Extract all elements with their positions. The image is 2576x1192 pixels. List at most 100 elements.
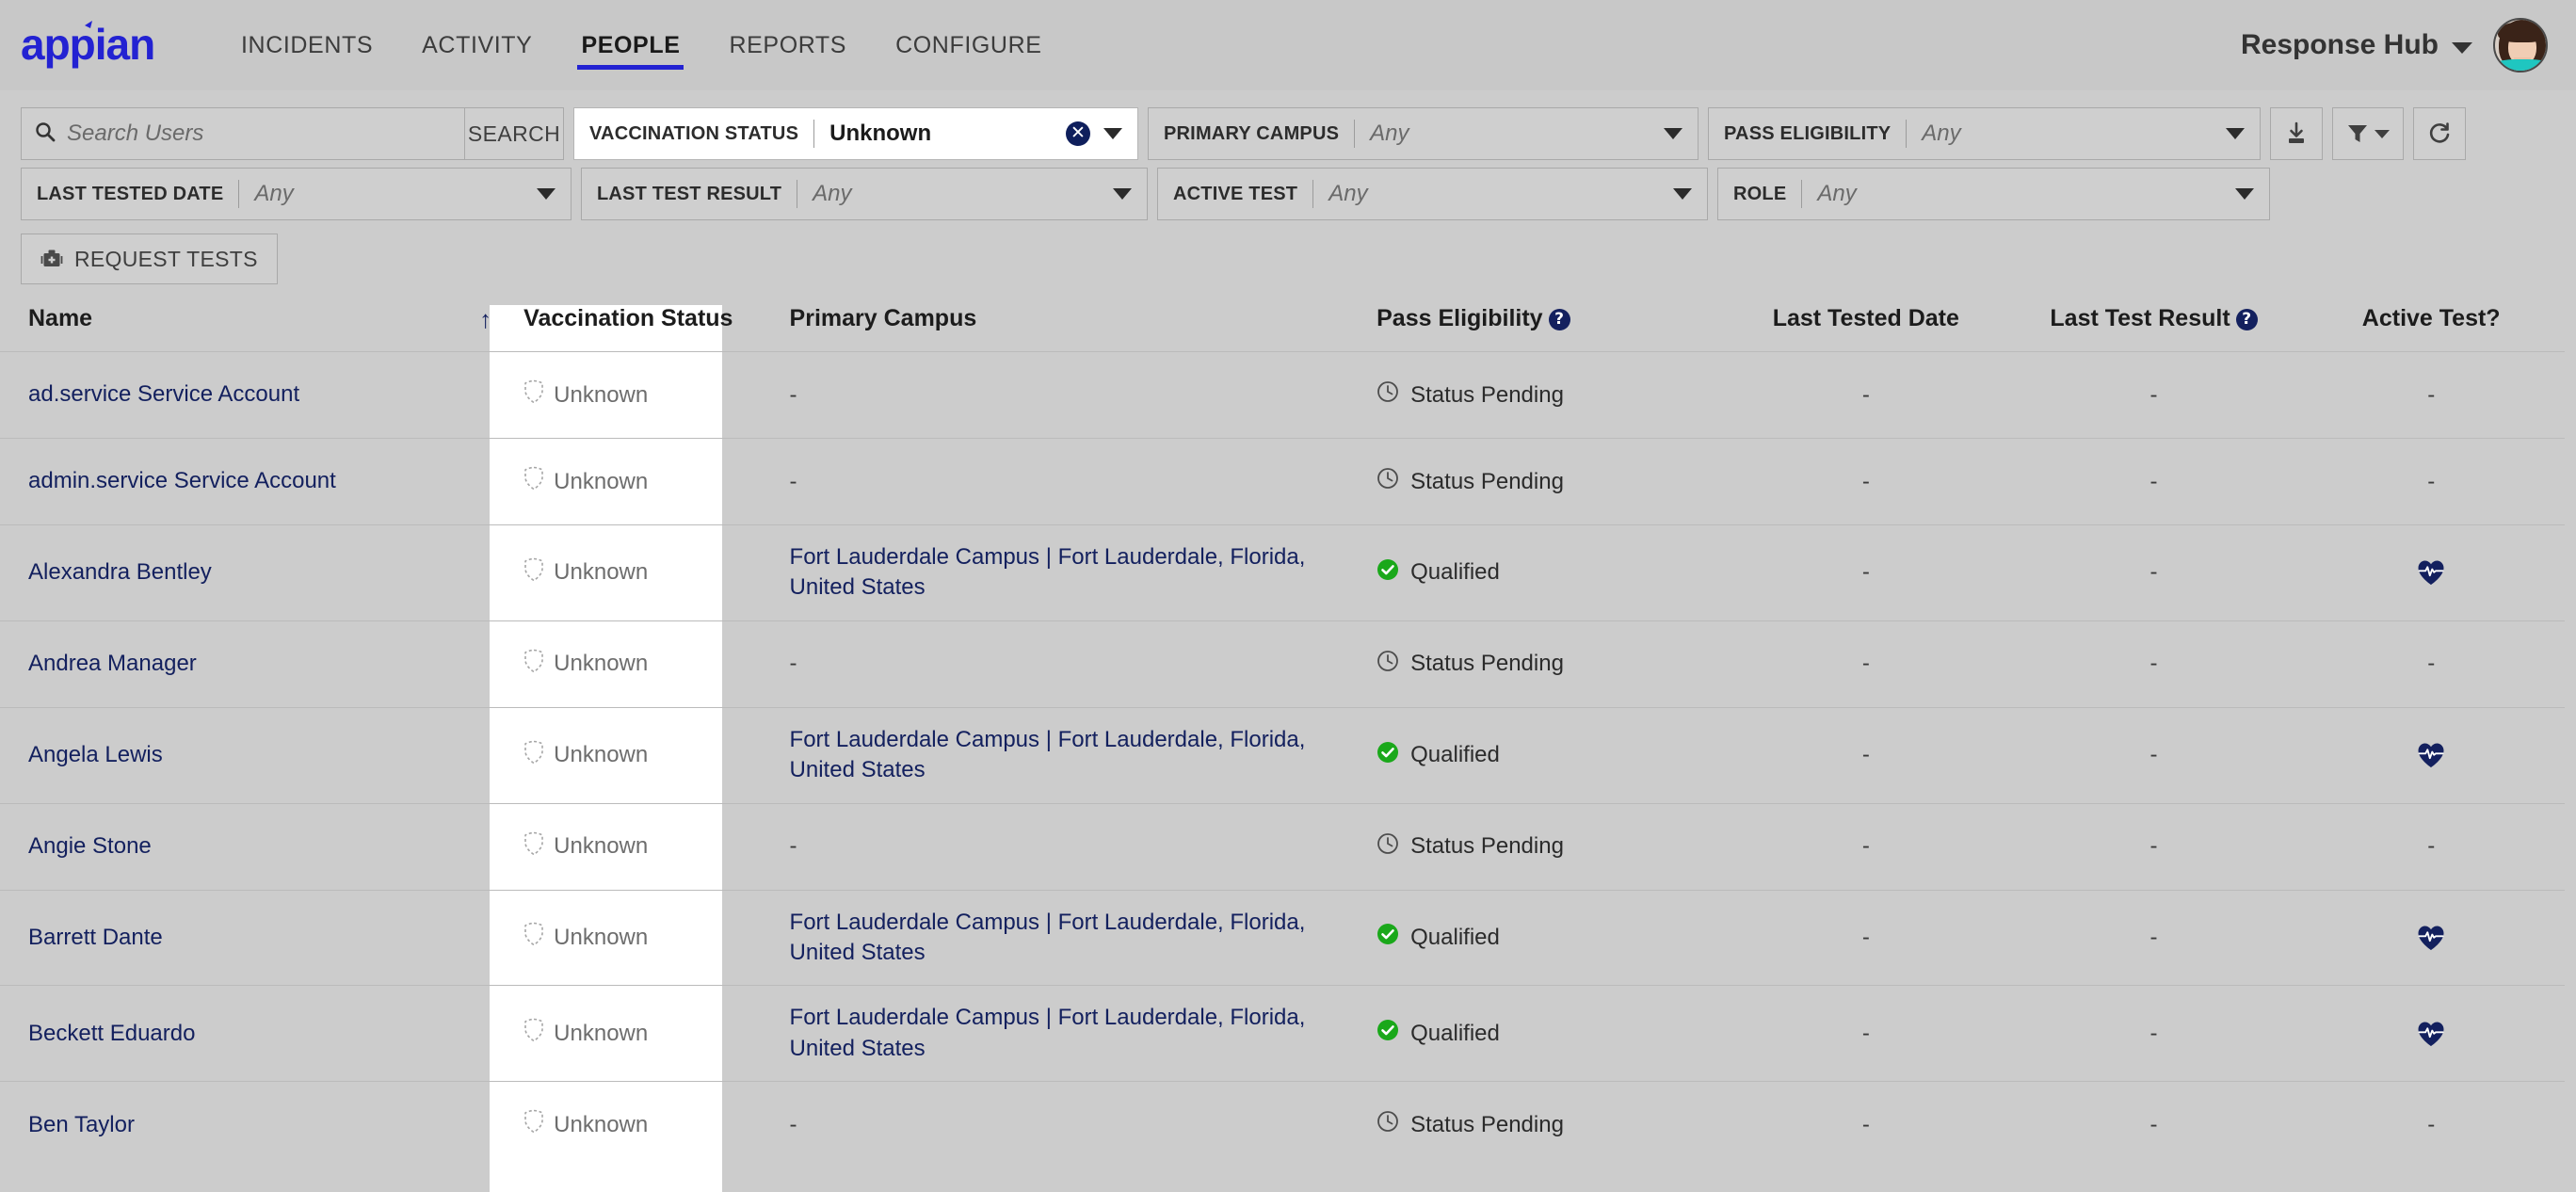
last-test-result-value: - xyxy=(2149,1111,2158,1137)
cell-last-tested-date: - xyxy=(1721,802,2010,891)
heart-pulse-icon[interactable] xyxy=(2297,559,2565,586)
column-header-vaccination-status-label: Vaccination Status xyxy=(523,305,733,331)
filter-row-2: LAST TESTED DATE Any LAST TEST RESULT An… xyxy=(0,168,2576,220)
cell-pass-eligibility: Qualified xyxy=(1377,706,1722,804)
filter-menu-button[interactable] xyxy=(2332,107,2404,160)
avatar[interactable] xyxy=(2493,18,2548,72)
filter-pass-eligibility-label: PASS ELIGIBILITY xyxy=(1724,122,1892,144)
person-name-link[interactable]: Alexandra Bentley xyxy=(28,559,212,585)
heart-pulse-icon[interactable] xyxy=(2297,925,2565,951)
chevron-down-icon[interactable] xyxy=(1113,188,1132,200)
cell-name: Ben Taylor xyxy=(0,1081,517,1168)
refresh-button[interactable] xyxy=(2413,107,2466,160)
heart-pulse-icon[interactable] xyxy=(2297,1021,2565,1047)
cell-active-test: - xyxy=(2297,1081,2565,1168)
person-name-link[interactable]: Angie Stone xyxy=(28,833,152,859)
nav-item-reports[interactable]: REPORTS xyxy=(704,0,871,90)
clock-icon xyxy=(1377,832,1399,854)
nav-item-configure[interactable]: CONFIGURE xyxy=(871,0,1066,90)
filter-last-test-result[interactable]: LAST TEST RESULT Any xyxy=(581,168,1148,220)
person-name-link[interactable]: Andrea Manager xyxy=(28,651,197,676)
column-header-pass-eligibility[interactable]: Pass Eligibility? xyxy=(1377,305,1722,352)
person-name-link[interactable]: Beckett Eduardo xyxy=(28,1021,195,1046)
active-test-value: - xyxy=(2427,651,2436,677)
last-tested-date-value: - xyxy=(1861,742,1870,768)
chevron-down-icon[interactable] xyxy=(537,188,555,200)
request-tests-button[interactable]: REQUEST TESTS xyxy=(21,234,278,284)
person-name-link[interactable]: admin.service Service Account xyxy=(28,468,336,493)
person-name-link[interactable]: Ben Taylor xyxy=(28,1112,135,1137)
search-button[interactable]: SEARCH xyxy=(465,107,564,160)
top-navigation-bar: appian INCIDENTS ACTIVITY PEOPLE REPORTS… xyxy=(0,0,2576,90)
cell-last-test-result: - xyxy=(2009,706,2298,804)
cell-active-test: - xyxy=(2297,351,2565,439)
filter-last-test-result-label: LAST TEST RESULT xyxy=(597,183,782,204)
cell-last-test-result: - xyxy=(2009,1081,2298,1168)
person-name-link[interactable]: ad.service Service Account xyxy=(28,381,299,407)
help-icon[interactable]: ? xyxy=(2235,309,2258,330)
campus-link[interactable]: Fort Lauderdale Campus | Fort Lauderdale… xyxy=(790,727,1306,782)
chevron-down-icon[interactable] xyxy=(2226,128,2245,139)
check-circle-icon xyxy=(1377,923,1399,952)
cell-pass-eligibility: Qualified xyxy=(1377,985,1722,1082)
column-header-primary-campus[interactable]: Primary Campus xyxy=(762,305,1377,352)
search-box[interactable] xyxy=(21,107,465,160)
clock-icon xyxy=(1377,650,1399,679)
column-header-vaccination-status[interactable]: Vaccination Status xyxy=(516,305,761,352)
chevron-down-icon[interactable] xyxy=(1673,188,1692,200)
cell-name: ad.service Service Account xyxy=(0,351,517,439)
cell-active-test xyxy=(2297,706,2565,804)
person-name-link[interactable]: Barrett Dante xyxy=(28,925,163,950)
nav-right-group: Response Hub xyxy=(2241,18,2548,72)
filter-role[interactable]: ROLE Any xyxy=(1717,168,2270,220)
search-icon xyxy=(35,121,56,147)
cell-last-tested-date: - xyxy=(1721,985,2010,1082)
column-header-pass-eligibility-label: Pass Eligibility xyxy=(1377,305,1543,331)
last-tested-date-value: - xyxy=(1861,468,1870,494)
filter-vaccination-status[interactable]: VACCINATION STATUS Unknown ✕ xyxy=(573,107,1138,160)
shield-outline-icon xyxy=(524,557,543,582)
chevron-down-icon xyxy=(2375,129,2390,138)
site-switcher-button[interactable]: Response Hub xyxy=(2241,29,2472,61)
empty-value: - xyxy=(789,381,797,408)
table-row: Angie Stone Unknown - Status Pending - - - xyxy=(0,802,2565,891)
column-header-name[interactable]: Name ↑ xyxy=(0,305,516,352)
cell-last-test-result: - xyxy=(2009,351,2298,439)
search-input[interactable] xyxy=(67,121,451,147)
shield-outline-icon xyxy=(523,557,544,588)
chevron-down-icon[interactable] xyxy=(2235,188,2254,200)
nav-item-people[interactable]: PEOPLE xyxy=(556,0,704,90)
table-row: Angela Lewis Unknown Fort Lauderdale Campu… xyxy=(0,706,2565,804)
shield-outline-icon xyxy=(524,649,543,673)
heart-pulse-icon[interactable] xyxy=(2297,742,2565,768)
chevron-down-icon[interactable] xyxy=(1664,128,1682,139)
column-header-last-test-result[interactable]: Last Test Result? xyxy=(2010,305,2298,352)
avatar-shoulder xyxy=(2495,59,2546,71)
campus-link[interactable]: Fort Lauderdale Campus | Fort Lauderdale… xyxy=(790,1005,1306,1060)
filter-last-tested-date[interactable]: LAST TESTED DATE Any xyxy=(21,168,572,220)
appian-logo[interactable]: appian xyxy=(21,20,160,70)
export-download-button[interactable] xyxy=(2270,107,2323,160)
help-icon[interactable]: ? xyxy=(1548,309,1570,330)
nav-item-incidents[interactable]: INCIDENTS xyxy=(217,0,397,90)
sort-ascending-icon[interactable]: ↑ xyxy=(479,307,491,331)
campus-link[interactable]: Fort Lauderdale Campus | Fort Lauderdale… xyxy=(790,544,1306,600)
person-name-link[interactable]: Angela Lewis xyxy=(28,742,163,767)
campus-link[interactable]: Fort Lauderdale Campus | Fort Lauderdale… xyxy=(790,910,1306,965)
last-tested-date-value: - xyxy=(1861,1020,1870,1046)
table-header-row: Name ↑ Vaccination Status Primary Campus… xyxy=(0,305,2565,352)
column-header-active-test[interactable]: Active Test? xyxy=(2297,305,2565,352)
filter-pass-eligibility[interactable]: PASS ELIGIBILITY Any xyxy=(1708,107,2261,160)
vaccination-status-label: Unknown xyxy=(554,381,649,408)
chevron-down-icon[interactable] xyxy=(1103,128,1122,139)
close-icon[interactable]: ✕ xyxy=(1066,121,1090,146)
cell-last-tested-date: - xyxy=(1721,1081,2010,1168)
filter-primary-campus[interactable]: PRIMARY CAMPUS Any xyxy=(1148,107,1699,160)
nav-item-activity[interactable]: ACTIVITY xyxy=(397,0,556,90)
cell-last-tested-date: - xyxy=(1721,620,2010,708)
column-header-last-tested-date[interactable]: Last Tested Date xyxy=(1722,305,2010,352)
filter-divider xyxy=(1801,180,1803,208)
filter-active-test[interactable]: ACTIVE TEST Any xyxy=(1157,168,1708,220)
vaccination-status-label: Unknown xyxy=(554,468,649,494)
clock-icon xyxy=(1377,380,1399,410)
